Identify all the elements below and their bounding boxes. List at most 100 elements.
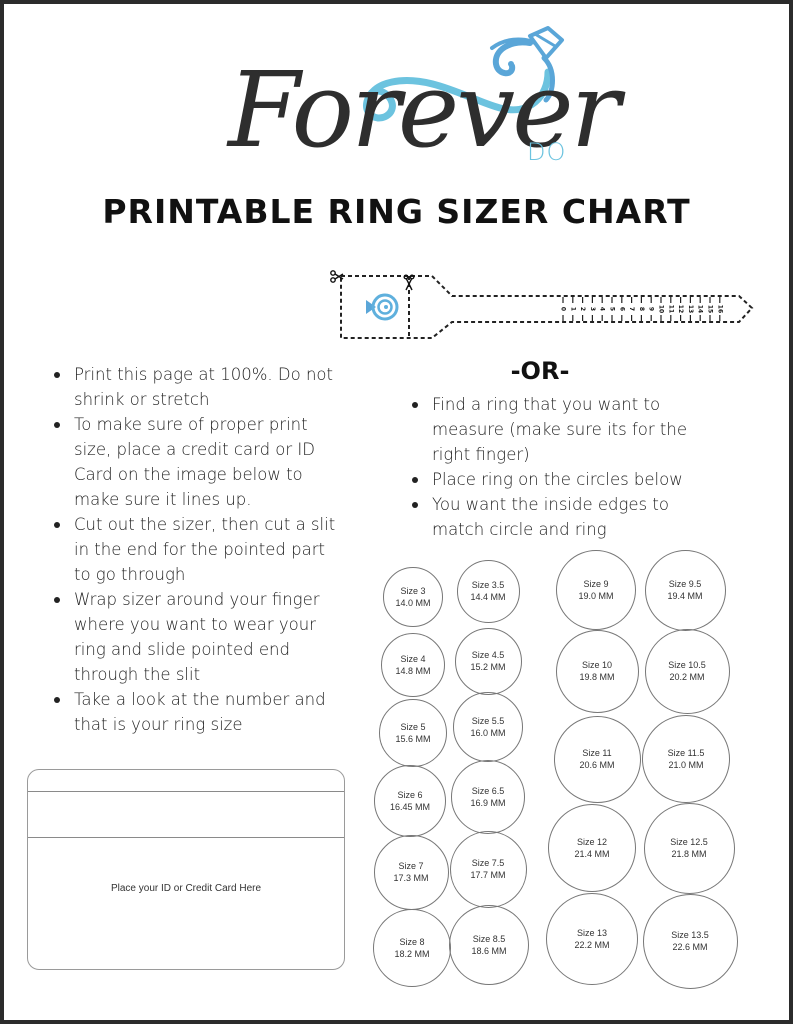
ring-size-circle: Size 7.5 17.7 MM [449, 830, 527, 908]
scale-number: 4 [599, 307, 606, 311]
ring-size-label: Size 6 [397, 790, 423, 800]
credit-card-guide: Place your ID or Credit Card Here [27, 769, 345, 970]
ring-diameter-label: 16.0 MM [470, 728, 506, 738]
ring-size-circle: Size 4.5 15.2 MM [454, 627, 522, 695]
scale-number: 11 [667, 305, 674, 313]
ring-instructions: Find a ring that you want to measure (ma… [408, 392, 708, 542]
ring-size-label: Size 8 [399, 937, 425, 947]
ring-size-circle: Size 5.5 16.0 MM [453, 692, 523, 762]
ring-diameter-label: 19.0 MM [578, 591, 614, 601]
ring-size-label: Size 3.5 [471, 580, 505, 590]
instruction-item: Print this page at 100%. Do not shrink o… [50, 362, 340, 412]
ring-size-label: Size 5.5 [471, 716, 505, 726]
ring-size-circle: Size 11.5 21.0 MM [642, 715, 730, 803]
logo: I Forever DO [0, 0, 793, 190]
scale-number: 5 [609, 307, 616, 311]
ring-size-circle: Size 12.5 21.8 MM [643, 802, 735, 894]
ring-size-circle: Size 5 15.6 MM [379, 699, 447, 767]
ring-size-label: Size 12 [576, 837, 608, 847]
ring-diameter-label: 21.0 MM [668, 760, 704, 770]
ring-diameter-label: 16.9 MM [470, 798, 506, 808]
ring-diameter-label: 21.4 MM [574, 849, 610, 859]
ring-size-label: Size 6.5 [471, 786, 505, 796]
ring-size-circle: Size 13.5 22.6 MM [642, 893, 738, 989]
instruction-item: Take a look at the number and that is yo… [50, 687, 340, 737]
ring-diameter-label: 17.3 MM [393, 873, 429, 883]
ring-diameter-label: 18.2 MM [394, 949, 430, 959]
scale-number: 2 [579, 307, 586, 311]
ring-size-circle: Size 8 18.2 MM [373, 909, 451, 987]
ring-diameter-label: 17.7 MM [470, 870, 506, 880]
ring-diameter-label: 18.6 MM [471, 946, 507, 956]
ring-size-circle: Size 6.5 16.9 MM [451, 760, 525, 834]
ring-diameter-label: 20.2 MM [669, 672, 705, 682]
spiral-logo-icon [366, 293, 399, 321]
ring-size-label: Size 13.5 [671, 930, 709, 940]
ring-diameter-label: 14.4 MM [470, 592, 506, 602]
ring-size-label: Size 10.5 [668, 660, 706, 670]
ring-size-label: Size 3 [400, 586, 426, 596]
size-scale: 0 1 2 3 4 5 6 7 8 9 10 11 12 13 14 15 16 [560, 297, 723, 321]
scale-number: 6 [618, 307, 625, 311]
logo-suffix: DO [527, 138, 567, 166]
instruction-item: Place ring on the circles below [408, 467, 708, 492]
ring-size-circle: Size 6 16.45 MM [374, 765, 446, 837]
sizer-instructions: Print this page at 100%. Do not shrink o… [50, 362, 340, 737]
scale-number: 16 [716, 305, 723, 313]
ring-diameter-label: 22.2 MM [574, 940, 610, 950]
ring-diameter-label: 15.2 MM [470, 662, 506, 672]
ring-size-label: Size 11.5 [667, 748, 705, 758]
ring-size-circle: Size 12 21.4 MM [548, 804, 636, 892]
card-guide-label: Place your ID or Credit Card Here [110, 883, 262, 894]
ring-size-circle: Size 7 17.3 MM [373, 834, 449, 910]
scale-number: 12 [677, 305, 684, 313]
instruction-item: Wrap sizer around your finger where you … [50, 587, 340, 687]
ring-size-circle: Size 10 19.8 MM [555, 629, 639, 713]
ring-size-label: Size 9 [583, 579, 609, 589]
ring-size-label: Size 13 [576, 928, 608, 938]
ring-diameter-label: 20.6 MM [579, 760, 615, 770]
scale-number: 1 [569, 307, 576, 311]
scale-number: 13 [687, 305, 694, 313]
ring-diameter-label: 15.6 MM [395, 734, 431, 744]
ring-size-circle: Size 11 20.6 MM [553, 715, 641, 803]
ring-size-label: Size 9.5 [668, 579, 702, 589]
scale-number: 0 [560, 307, 567, 311]
instruction-item: To make sure of proper print size, place… [50, 412, 340, 512]
ring-diameter-label: 14.0 MM [395, 598, 431, 608]
ring-size-label: Size 10 [581, 660, 613, 670]
ring-diameter-label: 19.8 MM [579, 672, 615, 682]
ring-size-label: Size 7 [398, 861, 424, 871]
or-separator: -OR- [510, 357, 570, 385]
ring-sizer-cutout[interactable]: 0 1 2 3 4 5 6 7 8 9 10 11 12 13 14 15 16 [324, 266, 759, 346]
instruction-item: Find a ring that you want to measure (ma… [408, 392, 708, 467]
ring-diameter-label: 19.4 MM [667, 591, 703, 601]
ring-size-circle: Size 8.5 18.6 MM [449, 905, 529, 985]
ring-size-label: Size 12.5 [670, 837, 708, 847]
instruction-item: Cut out the sizer, then cut a slit in th… [50, 512, 340, 587]
instruction-item: You want the inside edges to match circl… [408, 492, 708, 542]
scale-number: 7 [628, 307, 635, 311]
ring-diameter-label: 21.8 MM [671, 849, 707, 859]
scale-number: 14 [697, 305, 704, 313]
ring-size-label: Size 4.5 [471, 650, 505, 660]
ring-size-label: Size 5 [400, 722, 426, 732]
scale-number: 15 [707, 305, 714, 313]
ring-size-circle: Size 9 19.0 MM [556, 550, 636, 630]
page-title: PRINTABLE RING SIZER CHART [102, 192, 691, 231]
scale-number: 9 [648, 307, 655, 311]
ring-size-circle: Size 3.5 14.4 MM [456, 559, 520, 623]
ring-size-circle: Size 13 22.2 MM [546, 893, 638, 985]
ring-size-circle: Size 10.5 20.2 MM [644, 628, 730, 714]
scale-number: 8 [638, 307, 645, 311]
ring-diameter-label: 14.8 MM [395, 666, 431, 676]
magnetic-stripe [28, 791, 344, 838]
ring-diameter-label: 22.6 MM [672, 942, 708, 952]
ring-size-circle: Size 4 14.8 MM [381, 633, 445, 697]
ring-size-label: Size 8.5 [472, 934, 506, 944]
ring-size-label: Size 7.5 [471, 858, 505, 868]
scale-number: 3 [589, 307, 596, 311]
ring-size-label: Size 4 [400, 654, 426, 664]
ring-diameter-label: 16.45 MM [389, 802, 431, 812]
ring-size-circle: Size 9.5 19.4 MM [644, 549, 726, 631]
